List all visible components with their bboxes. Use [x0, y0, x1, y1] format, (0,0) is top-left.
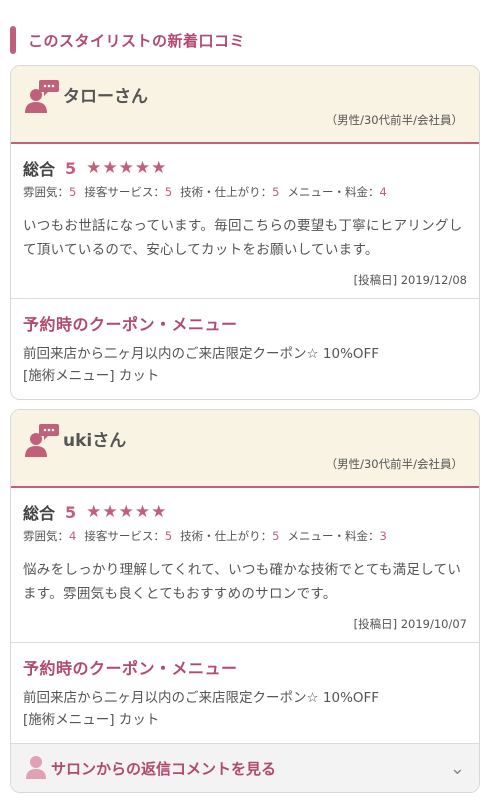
user-icon [26, 756, 46, 779]
user-chat-icon [25, 424, 59, 457]
menu-text: [施術メニュー] カット [23, 368, 160, 384]
coupon-section: 予約時のクーポン・メニュー 前回来店から二ヶ月以内のご来店限定クーポン☆ 10%… [11, 642, 479, 743]
coupon-text: 前回来店から二ヶ月以内のご来店限定クーポン☆ 10%OFF [23, 346, 380, 362]
atmosphere-score: 5 [69, 185, 77, 199]
service-label: 接客サービス： [84, 185, 165, 199]
star-rating: ★★★★★ [86, 158, 168, 178]
post-date: [投稿日] 2019/12/08 [353, 273, 467, 287]
service-score: 5 [164, 185, 173, 199]
reviewer-name: タローさん [63, 87, 148, 107]
star-rating: ★★★★★ [86, 502, 168, 522]
total-label: 総合 [23, 160, 56, 179]
atmosphere-score: 4 [69, 529, 77, 543]
review-comment: いつもお世話になっています。毎回こちらの要望も丁寧にヒアリングして頂いているので… [23, 218, 463, 258]
reply-label: サロンからの返信コメントを見る [51, 760, 277, 778]
post-date: [投稿日] 2019/10/07 [353, 617, 467, 631]
review-header: タローさん （男性/30代前半/会社員） [11, 66, 479, 144]
review-card: ukiさん （男性/30代前半/会社員） 総合 5 ★★★★★ 雰囲気：4 接客サ… [10, 409, 480, 793]
review-body: 総合 5 ★★★★★ 雰囲気：4 接客サービス：5 技術・仕上がり：5 メニュー・料金… [11, 488, 479, 642]
reviewer-name: ukiさん [63, 431, 127, 451]
reviewer-profile: （男性/30代前半/会社員） [325, 113, 463, 127]
technique-score: 5 [272, 529, 280, 543]
menu-price-label: メニュー・料金： [287, 529, 380, 543]
coupon-text: 前回来店から二ヶ月以内のご来店限定クーポン☆ 10%OFF [23, 690, 380, 706]
section-header: このスタイリストの新着口コミ [10, 26, 245, 54]
sub-scores: 雰囲気：4 接客サービス：5 技術・仕上がり：5 メニュー・料金：3 [23, 528, 467, 544]
technique-score: 5 [272, 185, 280, 199]
atmosphere-label: 雰囲気： [23, 185, 69, 199]
salon-reply-toggle[interactable]: サロンからの返信コメントを見る ⌄ [11, 743, 479, 792]
service-score: 5 [164, 529, 173, 543]
review-card: タローさん （男性/30代前半/会社員） 総合 5 ★★★★★ 雰囲気：5 接客サ… [10, 65, 480, 400]
menu-price-score: 4 [379, 185, 387, 199]
technique-label: 技術・仕上がり： [180, 529, 273, 543]
total-score: 5 [65, 502, 77, 522]
total-rating: 総合 5 ★★★★★ [23, 500, 467, 524]
menu-text: [施術メニュー] カット [23, 712, 160, 728]
coupon-section: 予約時のクーポン・メニュー 前回来店から二ヶ月以内のご来店限定クーポン☆ 10%… [11, 298, 479, 399]
total-label: 総合 [23, 504, 56, 523]
user-chat-icon [25, 80, 59, 113]
atmosphere-label: 雰囲気： [23, 529, 69, 543]
review-comment: 悩みをしっかり理解してくれて、いつも確かな技術でとても満足しています。雰囲気も良… [23, 562, 462, 602]
total-score: 5 [65, 158, 77, 178]
technique-label: 技術・仕上がり： [180, 185, 273, 199]
section-title: このスタイリストの新着口コミ [28, 31, 246, 50]
coupon-title: 予約時のクーポン・メニュー [23, 659, 238, 678]
menu-price-label: メニュー・料金： [287, 185, 380, 199]
service-label: 接客サービス： [84, 529, 165, 543]
chevron-down-icon: ⌄ [449, 758, 465, 779]
sub-scores: 雰囲気：5 接客サービス：5 技術・仕上がり：5 メニュー・料金：4 [23, 184, 467, 200]
menu-price-score: 3 [379, 529, 387, 543]
coupon-title: 予約時のクーポン・メニュー [23, 315, 238, 334]
review-header: ukiさん （男性/30代前半/会社員） [11, 410, 479, 488]
review-body: 総合 5 ★★★★★ 雰囲気：5 接客サービス：5 技術・仕上がり：5 メニュー・料金… [11, 144, 479, 298]
section-accent-bar [10, 26, 16, 54]
reviewer-profile: （男性/30代前半/会社員） [325, 457, 463, 471]
total-rating: 総合 5 ★★★★★ [23, 156, 467, 180]
